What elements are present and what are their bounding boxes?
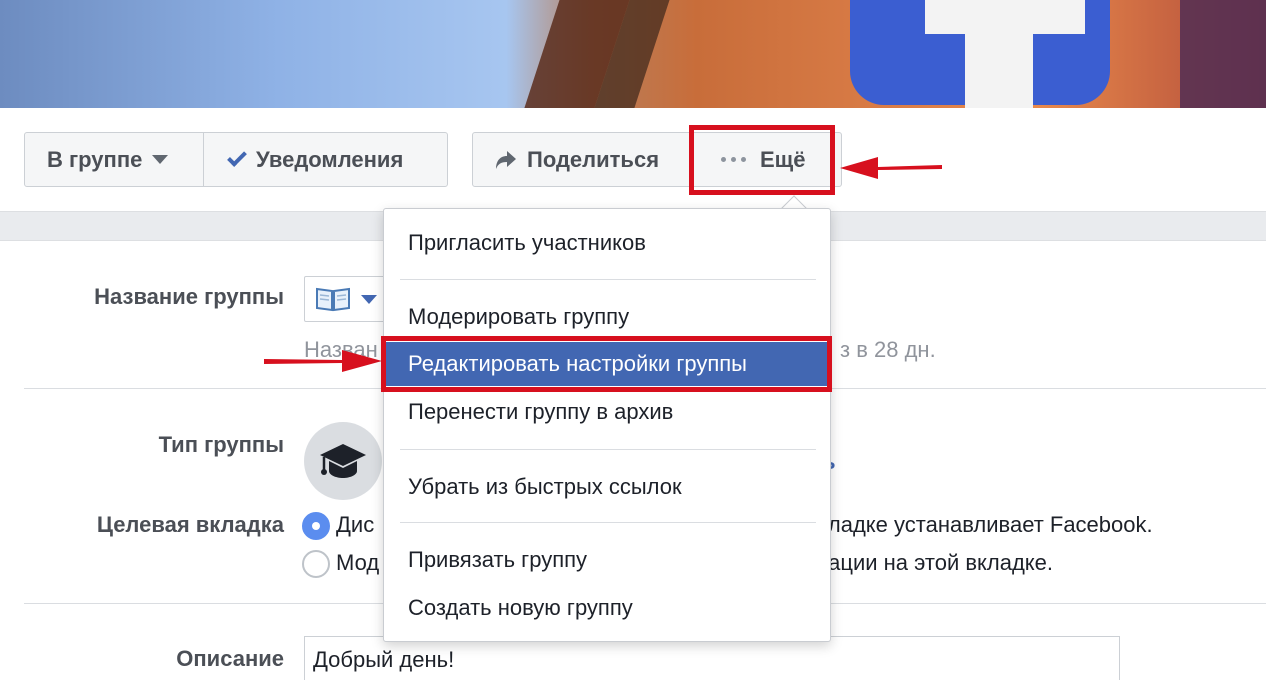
joined-group-button[interactable]: В группе xyxy=(24,132,204,187)
group-name-hint-right: з в 28 дн. xyxy=(840,337,936,362)
joined-group-label: В группе xyxy=(47,146,143,172)
group-emoji-select[interactable] xyxy=(304,276,394,322)
menu-item-invite-members[interactable]: Пригласить участников xyxy=(384,221,830,265)
edit-settings-highlight xyxy=(381,336,832,392)
share-label: Поделиться xyxy=(527,146,660,172)
target-tab-radio-moderation[interactable] xyxy=(302,550,330,578)
target-tab-option-moderation-left: Мод xyxy=(336,550,380,575)
target-tab-radio-discussion[interactable] xyxy=(302,512,330,540)
description-textarea[interactable]: Добрый день! xyxy=(304,636,1120,680)
cover-photo xyxy=(0,0,1266,108)
menu-item-archive-group[interactable]: Перенести группу в архив xyxy=(384,390,830,434)
menu-item-create-new-group[interactable]: Создать новую группу xyxy=(384,586,830,630)
caret-down-icon xyxy=(361,294,377,304)
description-value: Добрый день! xyxy=(313,647,455,672)
target-tab-option-discussion-right: кладке устанавливает Facebook. xyxy=(818,512,1153,537)
arrow-left-icon xyxy=(840,157,942,179)
menu-divider xyxy=(400,522,816,523)
description-label: Описание xyxy=(176,646,284,671)
more-button-highlight xyxy=(689,125,835,195)
group-action-bar: В группе Уведомления Поделиться xyxy=(0,108,1266,212)
graduation-cap-icon xyxy=(304,422,382,500)
share-arrow-icon xyxy=(496,150,516,169)
target-tab-option-moderation-right: кации на этой вкладке. xyxy=(818,550,1054,575)
caret-down-icon xyxy=(152,155,169,164)
menu-item-moderate-group[interactable]: Модерировать группу xyxy=(384,295,830,339)
target-tab-label: Целевая вкладка xyxy=(96,512,284,537)
group-name-label: Название группы xyxy=(94,284,284,309)
notifications-button[interactable]: Уведомления xyxy=(203,132,448,187)
more-options-menu: Пригласить участников Модерировать групп… xyxy=(383,208,831,642)
arrow-right-icon xyxy=(264,350,382,372)
target-tab-option-discussion-left: Дис xyxy=(336,512,375,537)
menu-divider xyxy=(400,449,816,450)
checkmark-icon xyxy=(227,146,247,167)
book-emoji-icon xyxy=(316,287,350,312)
notifications-label: Уведомления xyxy=(256,146,404,172)
menu-item-remove-shortcut[interactable]: Убрать из быстрых ссылок xyxy=(384,465,830,509)
menu-item-pin-group[interactable]: Привязать группу xyxy=(384,538,830,582)
group-type-label: Тип группы xyxy=(158,432,284,457)
menu-divider xyxy=(400,279,816,280)
